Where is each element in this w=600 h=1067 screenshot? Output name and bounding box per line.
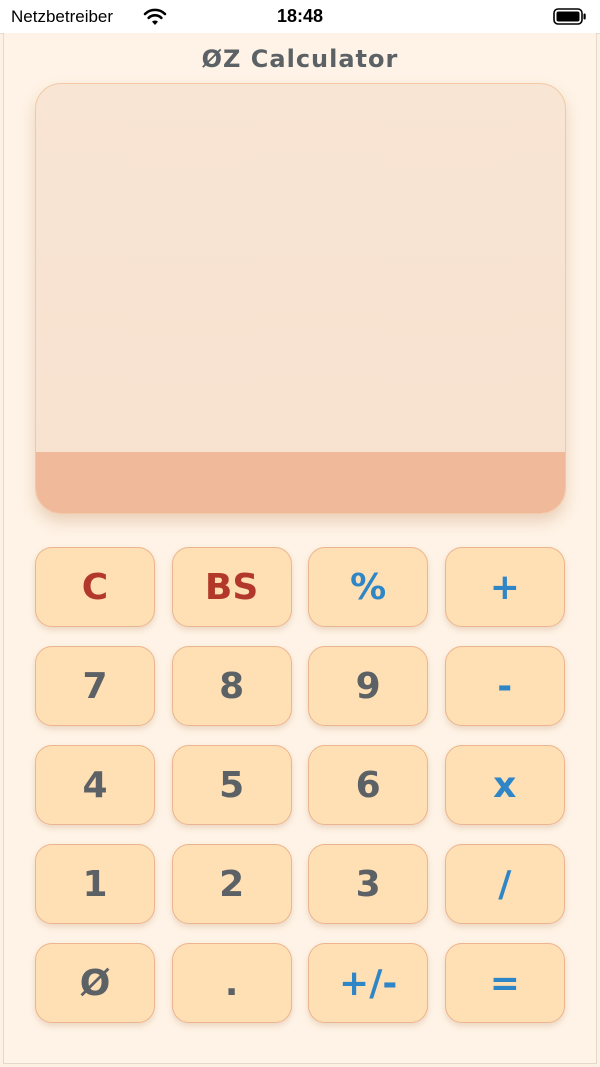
expression-display <box>36 84 565 452</box>
toggle-sign-button[interactable]: +/- <box>308 943 429 1023</box>
clear-button[interactable]: C <box>35 547 155 627</box>
subtract-button[interactable]: - <box>444 646 565 726</box>
digit-3-button[interactable]: 3 <box>308 844 429 924</box>
keypad: C BS % + 7 8 9 - 4 5 6 x 1 2 3 / Ø . +/-… <box>35 547 565 1023</box>
digit-7-button[interactable]: 7 <box>35 646 155 726</box>
battery-icon <box>553 8 586 25</box>
multiply-button[interactable]: x <box>444 745 565 825</box>
digit-6-button[interactable]: 6 <box>308 745 429 825</box>
digit-9-button[interactable]: 9 <box>308 646 429 726</box>
calculator-display <box>35 83 566 514</box>
result-display <box>36 452 565 513</box>
digit-1-button[interactable]: 1 <box>35 844 155 924</box>
status-bar: Netzbetreiber 18:48 <box>0 0 600 34</box>
digit-8-button[interactable]: 8 <box>171 646 292 726</box>
percent-button[interactable]: % <box>308 547 429 627</box>
decimal-button[interactable]: . <box>171 943 292 1023</box>
add-button[interactable]: + <box>444 547 565 627</box>
digit-4-button[interactable]: 4 <box>35 745 155 825</box>
equals-button[interactable]: = <box>444 943 565 1023</box>
app-title: ØZ Calculator <box>201 45 399 73</box>
digit-2-button[interactable]: 2 <box>171 844 292 924</box>
digit-5-button[interactable]: 5 <box>171 745 292 825</box>
digit-0-button[interactable]: Ø <box>35 943 155 1023</box>
backspace-button[interactable]: BS <box>171 547 292 627</box>
divide-button[interactable]: / <box>444 844 565 924</box>
status-time: 18:48 <box>276 6 324 26</box>
